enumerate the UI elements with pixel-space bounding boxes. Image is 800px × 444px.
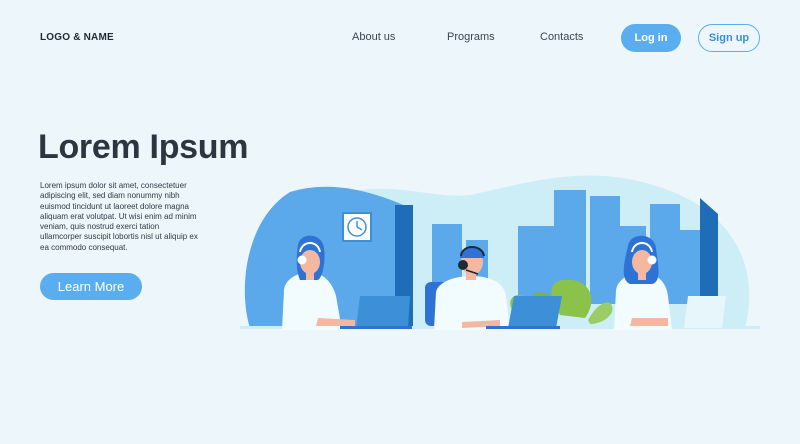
wall-clock-icon xyxy=(342,212,372,242)
laptop-icon xyxy=(684,296,726,328)
call-center-illustration xyxy=(240,175,760,330)
